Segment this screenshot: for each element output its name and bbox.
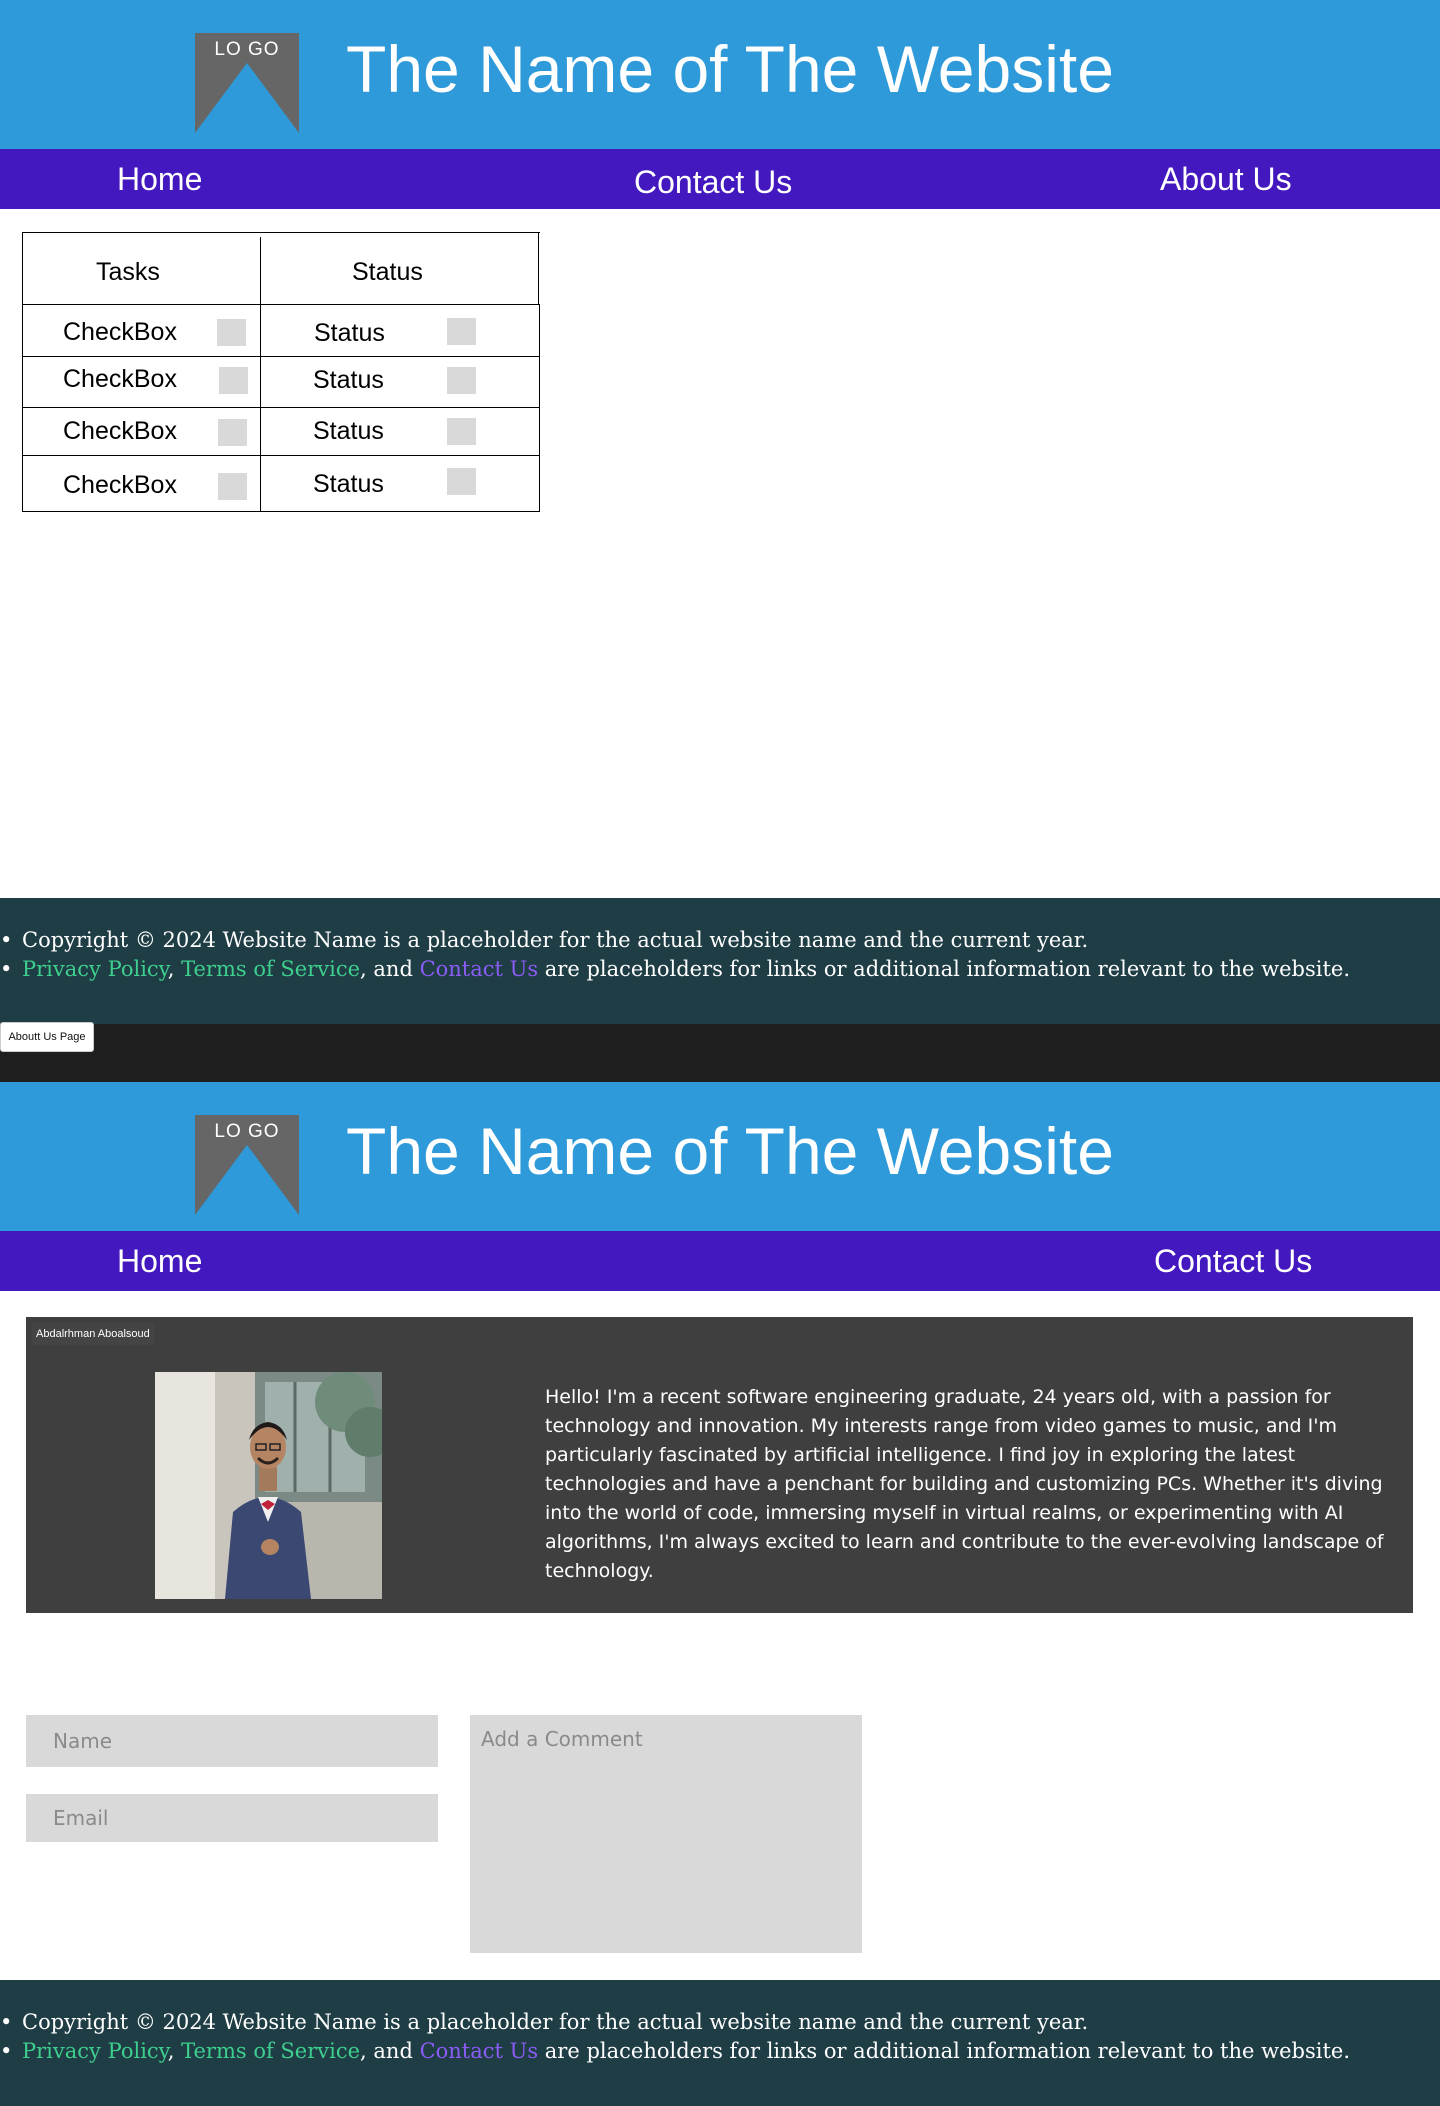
site-title: The Name of The Website: [346, 1114, 1114, 1188]
home-page: LO GO The Name of The Website Home Conta…: [0, 0, 1440, 1024]
profile-card: Abdalrhman Aboalsoud Hello! I'm a recent…: [26, 1317, 1413, 1613]
status-checkbox[interactable]: [447, 367, 476, 394]
status-label: Status: [313, 366, 384, 394]
profile-bio: Hello! I'm a recent software engineering…: [545, 1386, 1384, 1582]
task-label: CheckBox: [63, 365, 177, 393]
status-checkbox[interactable]: [447, 318, 476, 345]
name-input[interactable]: [26, 1715, 438, 1767]
logo-text: LO GO: [214, 39, 280, 60]
site-header: LO GO The Name of The Website: [0, 0, 1440, 149]
bullet-icon: •: [0, 957, 13, 981]
task-checkbox[interactable]: [219, 367, 248, 394]
about-us-page: LO GO The Name of The Website Home Conta…: [0, 1082, 1440, 2106]
site-header: LO GO The Name of The Website: [0, 1082, 1440, 1231]
profile-photo-image: [155, 1372, 382, 1599]
logo-text: LO GO: [214, 1121, 280, 1142]
footer-links: • Privacy Policy, Terms of Service, and C…: [0, 2037, 1350, 2066]
task-label: CheckBox: [63, 318, 177, 346]
task-checkbox[interactable]: [218, 473, 247, 500]
nav-home[interactable]: Home: [117, 159, 202, 199]
status-label: Status: [313, 417, 384, 445]
footer-copyright: • Copyright © 2024 Website Name is a plac…: [0, 926, 1350, 955]
task-label: CheckBox: [63, 471, 177, 499]
task-label: CheckBox: [63, 417, 177, 445]
bullet-icon: •: [0, 2039, 13, 2063]
site-footer: • Copyright © 2024 Website Name is a plac…: [0, 1980, 1440, 2106]
main-nav: Home Contact Us: [0, 1231, 1440, 1291]
task-checkbox[interactable]: [218, 419, 247, 446]
site-footer: • Copyright © 2024 Website Name is a plac…: [0, 898, 1440, 1024]
task-checkbox[interactable]: [217, 319, 246, 346]
status-checkbox[interactable]: [447, 418, 476, 445]
contact-us-link[interactable]: Contact Us: [420, 2039, 539, 2063]
terms-of-service-link[interactable]: Terms of Service: [181, 957, 360, 981]
column-header-status: Status: [352, 258, 423, 286]
status-label: Status: [314, 319, 385, 347]
terms-of-service-link[interactable]: Terms of Service: [181, 2039, 360, 2063]
nav-home[interactable]: Home: [117, 1241, 202, 1281]
logo[interactable]: LO GO: [195, 1115, 299, 1215]
nav-contact[interactable]: Contact Us: [634, 162, 792, 202]
email-input[interactable]: [26, 1794, 438, 1842]
logo[interactable]: LO GO: [195, 33, 299, 133]
footer-copyright: • Copyright © 2024 Website Name is a plac…: [0, 2008, 1350, 2037]
profile-photo: [155, 1372, 382, 1599]
footer-links: • Privacy Policy, Terms of Service, and C…: [0, 955, 1350, 984]
bullet-icon: •: [0, 2010, 13, 2034]
column-header-tasks: Tasks: [96, 258, 160, 286]
nav-about[interactable]: About Us: [1160, 159, 1292, 199]
contact-us-link[interactable]: Contact Us: [420, 957, 539, 981]
privacy-policy-link[interactable]: Privacy Policy: [22, 2039, 168, 2063]
site-title: The Name of The Website: [346, 32, 1114, 106]
status-checkbox[interactable]: [447, 468, 476, 495]
status-label: Status: [313, 470, 384, 498]
bullet-icon: •: [0, 928, 13, 952]
main-nav: Home Contact Us About Us: [0, 149, 1440, 209]
comment-textarea[interactable]: [470, 1715, 862, 1953]
tasks-table: Tasks Status CheckBox Status CheckBox St…: [22, 232, 540, 512]
canvas-gap: [0, 1024, 1440, 1082]
profile-name: Abdalrhman Aboalsoud: [32, 1323, 154, 1345]
privacy-policy-link[interactable]: Privacy Policy: [22, 957, 168, 981]
frame-label[interactable]: Aboutt Us Page: [0, 1022, 94, 1052]
nav-contact[interactable]: Contact Us: [1154, 1241, 1312, 1281]
